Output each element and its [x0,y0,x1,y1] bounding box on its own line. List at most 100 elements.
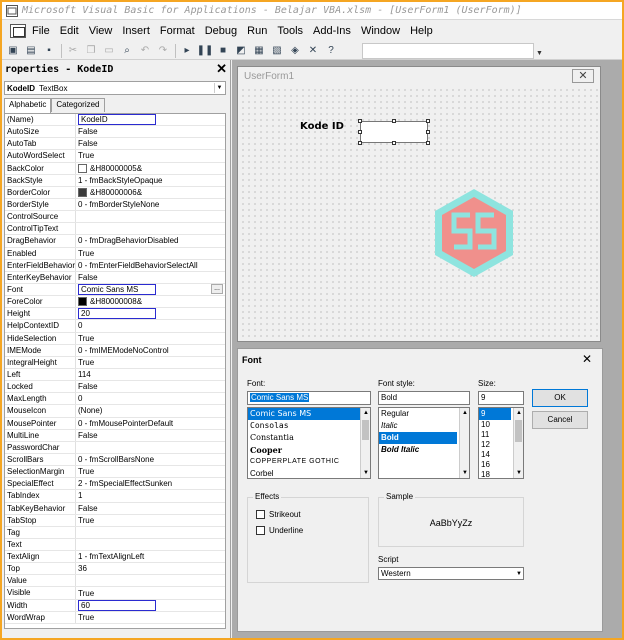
run-icon[interactable]: ▸ [180,44,194,58]
property-row[interactable]: Width 60 [5,599,225,612]
property-row[interactable]: MouseIcon (None) [5,405,225,418]
font-list[interactable]: Comic Sans MS Consolas Constantia Cooper… [247,407,371,479]
property-row[interactable]: MousePointer 0 - fmMousePointerDefault [5,417,225,430]
checkbox-box[interactable] [256,510,265,519]
property-row[interactable]: ControlSource [5,211,225,224]
resize-handle[interactable] [358,141,362,145]
break-icon[interactable]: ❚❚ [197,44,214,58]
paste-icon[interactable]: ▭ [102,44,116,58]
property-row[interactable]: Enabled True [5,247,225,260]
property-value[interactable]: False [76,381,225,392]
property-value[interactable]: 1 - fmBackStyleOpaque [76,175,225,186]
property-value[interactable]: Comic Sans MS... [76,283,225,296]
property-row[interactable]: Height 20 [5,308,225,321]
scroll-down-icon[interactable]: ▼ [460,468,469,478]
size-list-scrollbar[interactable]: ▲ ▼ [513,408,523,478]
property-value[interactable]: (None) [76,405,225,416]
excel-icon[interactable] [10,24,26,38]
property-row[interactable]: TabStop True [5,514,225,527]
property-value[interactable]: 36 [76,563,225,574]
property-value[interactable]: 0 [76,320,225,331]
copy-icon[interactable]: ❐ [84,44,98,58]
property-value[interactable]: True [76,248,225,259]
menu-file[interactable]: File [32,25,50,37]
property-row[interactable]: HideSelection True [5,332,225,345]
menu-debug[interactable]: Debug [205,25,237,37]
scroll-down-icon[interactable]: ▼ [361,468,370,478]
font-style-list[interactable]: Regular Italic Bold Bold Italic ▲ ▼ [378,407,470,479]
property-value[interactable]: True [76,515,225,526]
resize-handle[interactable] [392,141,396,145]
close-icon[interactable]: ✕ [216,61,227,77]
property-row[interactable]: AutoSize False [5,126,225,139]
scroll-up-icon[interactable]: ▲ [361,408,370,418]
menu-view[interactable]: View [89,25,113,37]
property-row[interactable]: (Name) KodeID [5,114,225,127]
help-icon[interactable]: ? [324,44,338,58]
property-value[interactable]: False [76,503,225,514]
property-value[interactable]: 1 [76,490,225,501]
property-row[interactable]: BorderStyle 0 - fmBorderStyleNone [5,198,225,212]
font-item[interactable]: COPPERPLATE GOTHIC [248,456,370,468]
close-icon[interactable]: ✕ [572,69,594,83]
property-row[interactable]: BorderColor &H80000006& [5,186,225,199]
resize-handle[interactable] [392,119,396,123]
properties-window-icon[interactable]: ▧ [270,44,284,58]
property-value[interactable]: &H80000005& [76,163,225,174]
tab-alphabetic[interactable]: Alphabetic [4,98,52,113]
property-value[interactable]: KodeID [76,114,225,126]
property-value[interactable]: False [76,272,225,283]
tab-categorized[interactable]: Categorized [51,98,105,112]
menu-tools[interactable]: Tools [277,25,303,37]
menu-edit[interactable]: Edit [60,25,79,37]
size-list[interactable]: 9 10 11 12 14 16 18 ▲ ▼ [478,407,524,479]
object-dropdown[interactable]: KodeID TextBox ▼ [4,81,226,95]
property-row[interactable]: BackStyle 1 - fmBackStyleOpaque [5,174,225,187]
resize-handle[interactable] [358,119,362,123]
find-icon[interactable]: ⌕ [120,44,134,58]
property-row[interactable]: Locked False [5,381,225,394]
save-icon[interactable]: ▪ [42,44,56,58]
ok-button[interactable]: OK [532,389,588,407]
property-value[interactable] [76,539,225,550]
strikeout-checkbox[interactable]: Strikeout [256,510,301,519]
property-value[interactable]: &H80000008& [76,296,225,307]
chevron-down-icon[interactable]: ▼ [516,569,522,580]
ellipsis-button[interactable]: ... [211,283,223,294]
font-item[interactable]: Cooper [248,444,370,456]
property-value[interactable] [76,442,225,453]
property-row[interactable]: Visible True [5,587,225,600]
view-excel-icon[interactable]: ▣ [6,44,20,58]
toolbox-icon[interactable]: ✕ [306,44,320,58]
property-value[interactable] [76,223,225,234]
underline-checkbox[interactable]: Underline [256,526,303,535]
property-value[interactable]: True [76,357,225,368]
userform-canvas[interactable]: Kode ID [240,87,598,339]
property-value[interactable] [76,527,225,538]
scroll-up-icon[interactable]: ▲ [514,408,523,418]
toolbar-options-icon[interactable]: ▼ [536,50,543,57]
property-row[interactable]: HelpContextID 0 [5,320,225,333]
close-icon[interactable]: ✕ [582,352,592,366]
property-row[interactable]: ControlTipText [5,223,225,236]
property-value[interactable]: 0 - fmEnterFieldBehaviorSelectAll [76,260,225,271]
property-row[interactable]: MultiLine False [5,429,225,442]
scroll-up-icon[interactable]: ▲ [460,408,469,418]
property-value[interactable]: False [76,138,225,149]
scroll-thumb[interactable] [362,420,369,440]
menu-help[interactable]: Help [410,25,433,37]
insert-userform-icon[interactable]: ▤ [24,44,38,58]
property-value[interactable]: 20 [76,308,225,320]
resize-handle[interactable] [426,141,430,145]
property-value[interactable]: 60 [76,599,225,611]
resize-handle[interactable] [358,130,362,134]
property-row[interactable]: TabIndex 1 [5,490,225,503]
property-row[interactable]: IMEMode 0 - fmIMEModeNoControl [5,344,225,357]
property-value[interactable]: &H80000006& [76,187,225,198]
property-row[interactable]: IntegralHeight True [5,356,225,369]
cut-icon[interactable]: ✂ [66,44,80,58]
property-row[interactable]: ForeColor &H80000008& [5,296,225,309]
property-row[interactable]: ScrollBars 0 - fmScrollBarsNone [5,453,225,467]
property-value[interactable] [76,575,225,586]
property-row[interactable]: SpecialEffect 2 - fmSpecialEffectSunken [5,478,225,491]
